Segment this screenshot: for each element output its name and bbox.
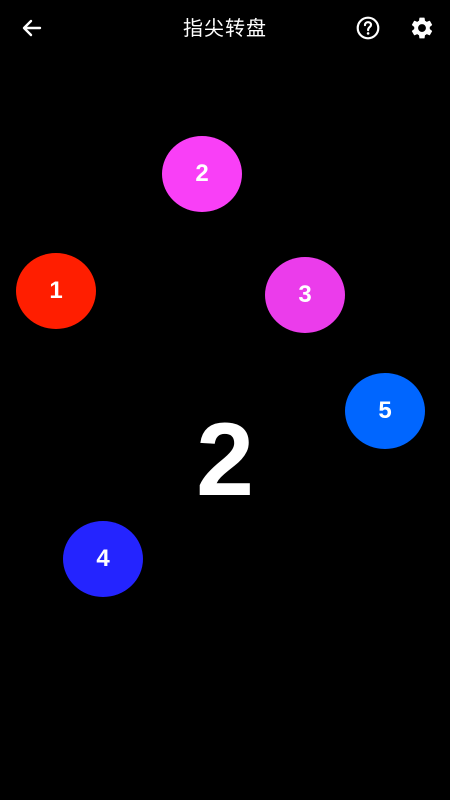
finger-circle-3: 3	[265, 257, 345, 333]
finger-label: 1	[49, 277, 63, 304]
finger-label: 3	[298, 281, 312, 308]
settings-button[interactable]	[404, 10, 440, 46]
finger-circle-4: 4	[63, 521, 143, 597]
finger-circle-1: 1	[16, 253, 96, 329]
finger-circle-2: 2	[162, 136, 242, 212]
result-number: 2	[196, 402, 254, 518]
finger-label: 4	[96, 545, 110, 572]
help-circle-icon	[356, 16, 380, 40]
finger-label: 2	[195, 160, 209, 187]
top-app-bar: 指尖转盘	[0, 0, 450, 56]
gear-icon	[411, 17, 433, 39]
help-button[interactable]	[350, 10, 386, 46]
